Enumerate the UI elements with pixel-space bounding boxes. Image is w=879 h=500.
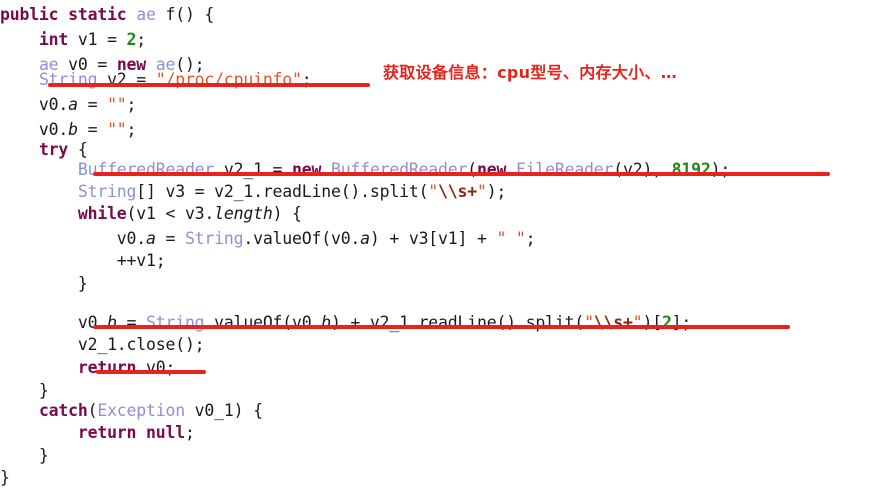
number-literal: 8192 <box>671 160 711 179</box>
number-literal: 2 <box>661 313 672 332</box>
type-exception: Exception <box>97 401 185 420</box>
underline-buffered-reader <box>93 172 830 176</box>
code-line: return v0; <box>77 358 176 377</box>
type-filereader: FileReader <box>515 160 614 179</box>
string-literal-empty: "" <box>107 95 127 114</box>
underline-memory-field <box>93 325 790 329</box>
escape-sequence: \\s+ <box>593 313 633 332</box>
underline-cpuinfo-path <box>48 83 370 87</box>
field-a: a <box>146 229 156 248</box>
keyword-return: return <box>77 423 137 442</box>
keyword-while: while <box>77 204 127 223</box>
string-literal-empty: "" <box>107 120 127 139</box>
string-literal-regex: " <box>584 313 594 332</box>
code-line: String v2 = "/proc/cpuinfo"; <box>38 70 312 89</box>
type-string: String <box>77 182 137 201</box>
code-line: ++v1; <box>0 251 166 270</box>
code-line: v0.a = ""; <box>0 95 137 114</box>
keyword-static: static <box>68 5 127 24</box>
keyword-return: return <box>77 358 137 377</box>
escape-sequence: \\s+ <box>438 182 477 201</box>
underline-return-v0 <box>96 370 206 374</box>
number-literal: 2 <box>126 30 137 49</box>
field-a: a <box>360 229 370 248</box>
keyword-null: null <box>146 423 185 442</box>
keyword-new: new <box>292 160 322 179</box>
string-literal-space: " " <box>496 229 526 248</box>
keyword-catch: catch <box>38 401 88 420</box>
code-line: v2_1.close(); <box>0 335 205 354</box>
keyword-new: new <box>476 160 507 179</box>
code-viewer: public static ae f() { int v1 = 2; ae v0… <box>0 0 879 500</box>
code-line: return null; <box>77 423 195 442</box>
code-line: } <box>0 274 88 293</box>
type-bufferedreader: BufferedReader <box>330 160 468 179</box>
string-literal-regex: " <box>428 182 439 201</box>
keyword-int: int <box>38 30 69 49</box>
code-line: while(v1 < v3.length) { <box>77 204 302 223</box>
annotation-note: 获取设备信息：cpu型号、内存大小、… <box>383 63 678 82</box>
field-b: b <box>321 313 331 332</box>
field-b: b <box>107 313 117 332</box>
keyword-public: public <box>0 5 59 24</box>
code-line: public static ae f() { <box>0 5 215 24</box>
type-string: String <box>184 229 244 248</box>
type-bufferedreader: BufferedReader <box>77 160 215 179</box>
field-a: a <box>68 95 78 114</box>
code-line: int v1 = 2; <box>38 30 147 49</box>
field-length: length <box>214 204 273 223</box>
type-ae: ae <box>136 5 156 24</box>
code-line: } <box>0 468 10 487</box>
type-string: String <box>146 313 205 332</box>
